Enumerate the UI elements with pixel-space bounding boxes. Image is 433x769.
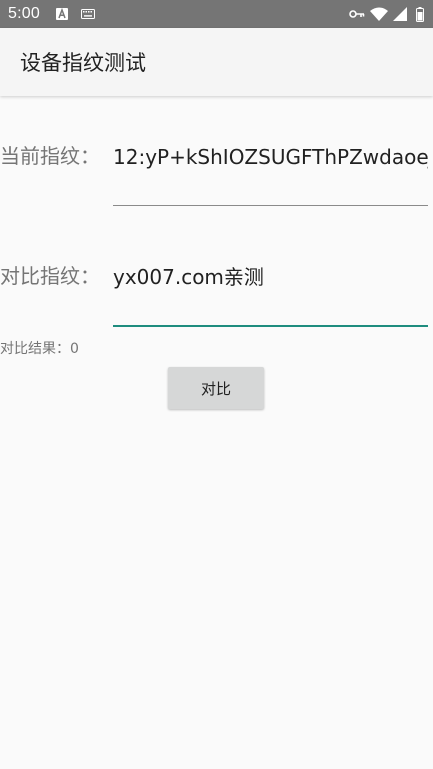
battery-icon	[416, 0, 424, 28]
wifi-icon	[370, 0, 388, 28]
a-app-icon	[56, 0, 68, 28]
app-bar: 设备指纹测试	[0, 28, 433, 96]
vpn-key-icon	[349, 0, 365, 28]
signal-icon	[393, 0, 407, 28]
current-fingerprint-underline	[113, 205, 428, 206]
compare-result-text: 对比结果：0	[0, 341, 79, 357]
page-title: 设备指纹测试	[20, 51, 146, 75]
current-fingerprint-field[interactable]: 12:yP+kShIOZSUGFThPZwdaoeJ	[113, 144, 428, 170]
compare-button[interactable]: 对比	[168, 367, 264, 409]
status-bar: 5:00	[0, 0, 433, 28]
status-time: 5:00	[8, 5, 40, 22]
compare-fingerprint-underline	[113, 325, 428, 327]
current-fingerprint-label: 当前指纹：	[0, 144, 100, 168]
compare-fingerprint-input[interactable]: yx007.com亲测	[113, 264, 428, 290]
compare-fingerprint-label: 对比指纹：	[0, 264, 100, 288]
keyboard-icon	[81, 0, 95, 28]
